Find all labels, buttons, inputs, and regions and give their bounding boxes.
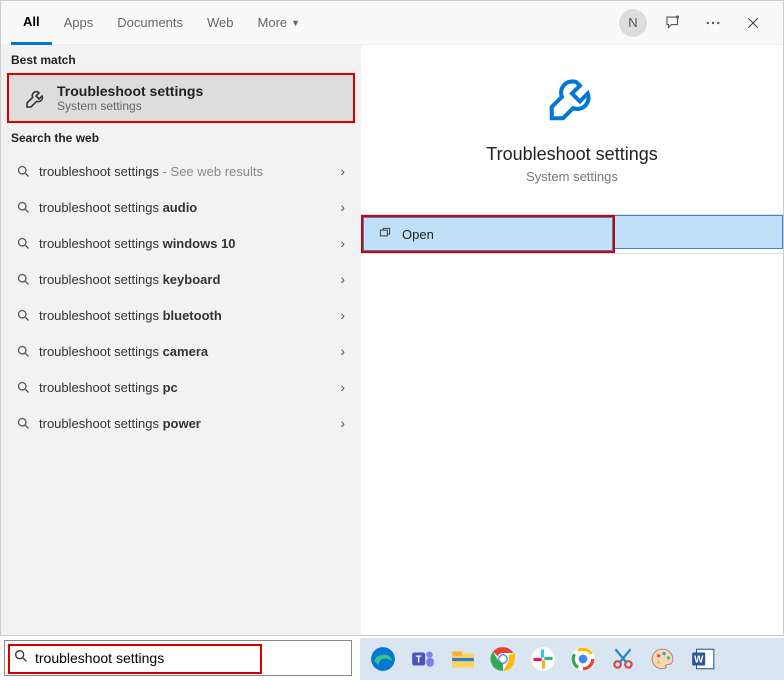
taskbar-slack-icon[interactable]: [526, 642, 560, 676]
best-match-item[interactable]: Troubleshoot settings System settings: [7, 73, 355, 123]
svg-text:W: W: [694, 654, 704, 665]
taskbar-explorer-icon[interactable]: [446, 642, 480, 676]
search-web-heading: Search the web: [1, 123, 361, 151]
web-result-label: troubleshoot settings keyboard: [35, 272, 334, 287]
web-result-item[interactable]: troubleshoot settings audio›: [1, 189, 361, 225]
search-icon: [11, 380, 35, 395]
web-result-label: troubleshoot settings bluetooth: [35, 308, 334, 323]
close-icon[interactable]: [737, 7, 769, 39]
tab-bar: All Apps Documents Web More▼ N: [1, 1, 783, 45]
best-match-title: Troubleshoot settings: [57, 83, 203, 99]
web-result-item[interactable]: troubleshoot settings bluetooth›: [1, 297, 361, 333]
chevron-right-icon[interactable]: ›: [334, 307, 351, 323]
web-result-item[interactable]: troubleshoot settings pc›: [1, 369, 361, 405]
search-icon: [11, 308, 35, 323]
taskbar-edge-icon[interactable]: [366, 642, 400, 676]
taskbar-snip-icon[interactable]: [606, 642, 640, 676]
web-result-label: troubleshoot settings pc: [35, 380, 334, 395]
chevron-right-icon[interactable]: ›: [334, 163, 351, 179]
wrench-icon: [21, 86, 51, 110]
detail-subtitle: System settings: [526, 169, 618, 184]
taskbar-paint-icon[interactable]: [646, 642, 680, 676]
search-icon: [11, 272, 35, 287]
detail-title: Troubleshoot settings: [486, 144, 657, 165]
search-bar[interactable]: [4, 640, 352, 676]
results-list: Best match Troubleshoot settings System …: [1, 45, 361, 635]
feedback-icon[interactable]: [657, 7, 689, 39]
web-result-item[interactable]: troubleshoot settings power›: [1, 405, 361, 441]
chevron-right-icon[interactable]: ›: [334, 415, 351, 431]
taskbar-word-icon[interactable]: W: [686, 642, 720, 676]
search-icon: [11, 164, 35, 179]
tab-documents[interactable]: Documents: [105, 1, 195, 45]
web-result-label: troubleshoot settings power: [35, 416, 334, 431]
best-match-subtitle: System settings: [57, 99, 203, 113]
web-result-label: troubleshoot settings camera: [35, 344, 334, 359]
search-input[interactable]: [35, 641, 343, 675]
web-result-label: troubleshoot settings - See web results: [35, 164, 334, 179]
web-result-label: troubleshoot settings windows 10: [35, 236, 334, 251]
open-icon: [378, 226, 392, 243]
web-result-item[interactable]: troubleshoot settings windows 10›: [1, 225, 361, 261]
tab-more[interactable]: More▼: [246, 1, 313, 45]
detail-pane: Troubleshoot settings System settings Op…: [361, 45, 783, 635]
search-icon: [11, 416, 35, 431]
web-result-item[interactable]: troubleshoot settings - See web results›: [1, 153, 361, 189]
search-panel: All Apps Documents Web More▼ N Best matc…: [0, 0, 784, 636]
best-match-heading: Best match: [1, 45, 361, 73]
wrench-icon: [545, 71, 599, 130]
search-icon: [11, 236, 35, 251]
search-icon: [13, 648, 29, 669]
taskbar-chrome2-icon[interactable]: [566, 642, 600, 676]
web-result-item[interactable]: troubleshoot settings camera›: [1, 333, 361, 369]
taskbar: T W: [360, 638, 784, 680]
tab-apps[interactable]: Apps: [52, 1, 106, 45]
tab-web[interactable]: Web: [195, 1, 246, 45]
open-button[interactable]: Open: [363, 217, 613, 251]
search-icon: [11, 200, 35, 215]
taskbar-teams-icon[interactable]: T: [406, 642, 440, 676]
tab-all[interactable]: All: [11, 1, 52, 45]
chevron-right-icon[interactable]: ›: [334, 379, 351, 395]
search-icon: [11, 344, 35, 359]
chevron-right-icon[interactable]: ›: [334, 199, 351, 215]
user-avatar[interactable]: N: [617, 7, 649, 39]
more-options-icon[interactable]: [697, 7, 729, 39]
svg-text:T: T: [416, 654, 422, 665]
open-label: Open: [402, 227, 434, 242]
web-result-item[interactable]: troubleshoot settings keyboard›: [1, 261, 361, 297]
chevron-right-icon[interactable]: ›: [334, 271, 351, 287]
open-button-extension[interactable]: [615, 215, 783, 249]
taskbar-chrome-icon[interactable]: [486, 642, 520, 676]
chevron-right-icon[interactable]: ›: [334, 343, 351, 359]
chevron-down-icon: ▼: [291, 18, 300, 28]
web-result-label: troubleshoot settings audio: [35, 200, 334, 215]
chevron-right-icon[interactable]: ›: [334, 235, 351, 251]
